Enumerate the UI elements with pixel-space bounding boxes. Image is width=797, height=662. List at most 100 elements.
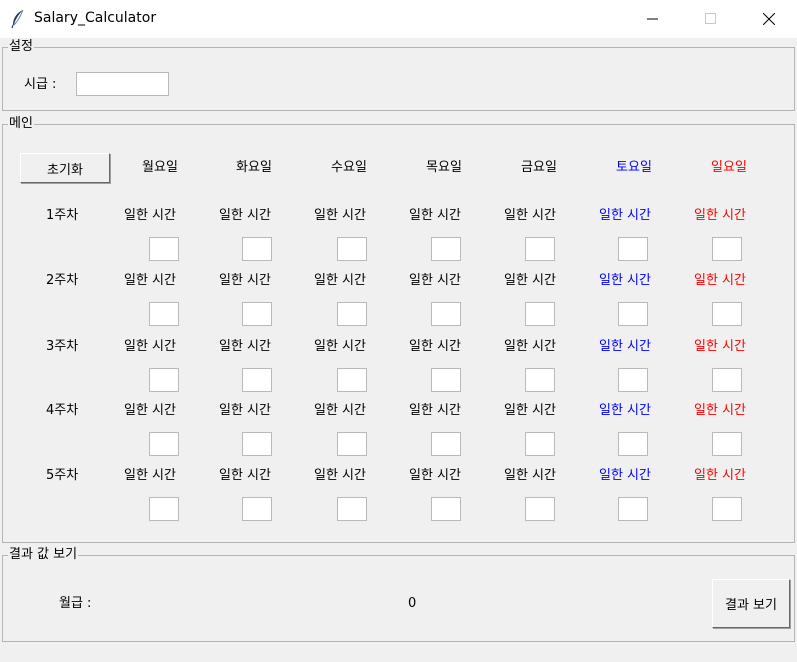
hours-label-week4-sat: 일한 시간 bbox=[599, 403, 651, 418]
hours-label-week3-tue: 일한 시간 bbox=[219, 339, 271, 354]
day-header-tue: 화요일 bbox=[236, 160, 272, 175]
wage-label: 시급 : bbox=[24, 77, 57, 92]
day-header-wed: 수요일 bbox=[331, 160, 367, 175]
week-label-5: 5주차 bbox=[46, 468, 79, 483]
reset-button[interactable]: 초기화 bbox=[20, 153, 110, 183]
hours-label-week3-thu: 일한 시간 bbox=[409, 339, 461, 354]
hours-label-week5-wed: 일한 시간 bbox=[314, 468, 366, 483]
window-title: Salary_Calculator bbox=[34, 10, 157, 26]
hours-label-week2-fri: 일한 시간 bbox=[504, 273, 556, 288]
minimize-button[interactable] bbox=[624, 0, 682, 38]
hours-input-week4-fri[interactable] bbox=[525, 432, 555, 456]
salary-label: 월급 : bbox=[59, 596, 92, 611]
hours-input-week5-fri[interactable] bbox=[525, 497, 555, 521]
day-header-thu: 목요일 bbox=[426, 160, 462, 175]
main-frame bbox=[2, 124, 795, 543]
hours-input-week5-mon[interactable] bbox=[149, 497, 179, 521]
main-legend: 메인 bbox=[8, 116, 34, 132]
feather-icon bbox=[11, 9, 24, 29]
hours-label-week1-wed: 일한 시간 bbox=[314, 208, 366, 223]
salary-value: 0 bbox=[408, 596, 417, 611]
reset-button-label: 초기화 bbox=[47, 162, 83, 178]
hours-label-week2-thu: 일한 시간 bbox=[409, 273, 461, 288]
hours-input-week1-sun[interactable] bbox=[712, 237, 742, 261]
hours-input-week2-sat[interactable] bbox=[618, 302, 648, 326]
week-label-3: 3주차 bbox=[46, 339, 79, 354]
hours-label-week5-tue: 일한 시간 bbox=[219, 468, 271, 483]
result-legend: 결과 값 보기 bbox=[8, 547, 79, 563]
title-bar: Salary_Calculator bbox=[0, 0, 797, 38]
hours-input-week5-sun[interactable] bbox=[712, 497, 742, 521]
hours-label-week5-sun: 일한 시간 bbox=[694, 468, 746, 483]
settings-legend: 설정 bbox=[8, 39, 34, 55]
hours-input-week2-sun[interactable] bbox=[712, 302, 742, 326]
hours-label-week4-sun: 일한 시간 bbox=[694, 403, 746, 418]
hours-input-week1-sat[interactable] bbox=[618, 237, 648, 261]
hours-label-week1-fri: 일한 시간 bbox=[504, 208, 556, 223]
hours-input-week1-mon[interactable] bbox=[149, 237, 179, 261]
hours-label-week3-fri: 일한 시간 bbox=[504, 339, 556, 354]
wage-input[interactable] bbox=[76, 72, 169, 96]
hours-input-week3-thu[interactable] bbox=[431, 368, 461, 392]
hours-input-week2-wed[interactable] bbox=[337, 302, 367, 326]
hours-input-week3-wed[interactable] bbox=[337, 368, 367, 392]
hours-input-week3-tue[interactable] bbox=[242, 368, 272, 392]
hours-input-week4-sun[interactable] bbox=[712, 432, 742, 456]
close-icon bbox=[763, 13, 775, 25]
hours-label-week1-tue: 일한 시간 bbox=[219, 208, 271, 223]
hours-input-week4-sat[interactable] bbox=[618, 432, 648, 456]
hours-label-week2-wed: 일한 시간 bbox=[314, 273, 366, 288]
show-result-button[interactable]: 결과 보기 bbox=[712, 579, 790, 628]
hours-input-week5-tue[interactable] bbox=[242, 497, 272, 521]
hours-input-week1-fri[interactable] bbox=[525, 237, 555, 261]
hours-label-week5-thu: 일한 시간 bbox=[409, 468, 461, 483]
hours-label-week2-sun: 일한 시간 bbox=[694, 273, 746, 288]
hours-label-week1-sun: 일한 시간 bbox=[694, 208, 746, 223]
day-header-sun: 일요일 bbox=[711, 160, 747, 175]
week-label-2: 2주차 bbox=[46, 273, 79, 288]
hours-input-week5-sat[interactable] bbox=[618, 497, 648, 521]
hours-label-week1-sat: 일한 시간 bbox=[599, 208, 651, 223]
hours-input-week2-tue[interactable] bbox=[242, 302, 272, 326]
hours-input-week3-sat[interactable] bbox=[618, 368, 648, 392]
close-button[interactable] bbox=[740, 0, 797, 38]
hours-input-week5-wed[interactable] bbox=[337, 497, 367, 521]
maximize-icon bbox=[705, 13, 716, 24]
hours-label-week5-fri: 일한 시간 bbox=[504, 468, 556, 483]
hours-label-week5-mon: 일한 시간 bbox=[124, 468, 176, 483]
day-header-sat: 토요일 bbox=[616, 160, 652, 175]
hours-input-week2-fri[interactable] bbox=[525, 302, 555, 326]
hours-input-week4-thu[interactable] bbox=[431, 432, 461, 456]
week-label-1: 1주차 bbox=[46, 208, 79, 223]
hours-input-week5-thu[interactable] bbox=[431, 497, 461, 521]
hours-label-week4-mon: 일한 시간 bbox=[124, 403, 176, 418]
hours-input-week2-thu[interactable] bbox=[431, 302, 461, 326]
hours-label-week2-mon: 일한 시간 bbox=[124, 273, 176, 288]
hours-label-week5-sat: 일한 시간 bbox=[599, 468, 651, 483]
hours-input-week4-tue[interactable] bbox=[242, 432, 272, 456]
show-result-button-label: 결과 보기 bbox=[725, 598, 777, 613]
hours-input-week4-mon[interactable] bbox=[149, 432, 179, 456]
hours-label-week3-mon: 일한 시간 bbox=[124, 339, 176, 354]
hours-label-week1-thu: 일한 시간 bbox=[409, 208, 461, 223]
hours-input-week1-wed[interactable] bbox=[337, 237, 367, 261]
result-frame bbox=[2, 555, 795, 642]
hours-input-week4-wed[interactable] bbox=[337, 432, 367, 456]
hours-label-week2-sat: 일한 시간 bbox=[599, 273, 651, 288]
day-header-mon: 월요일 bbox=[142, 160, 178, 175]
hours-input-week3-fri[interactable] bbox=[525, 368, 555, 392]
minimize-icon bbox=[647, 18, 658, 20]
day-header-fri: 금요일 bbox=[521, 160, 557, 175]
hours-label-week4-thu: 일한 시간 bbox=[409, 403, 461, 418]
hours-input-week1-thu[interactable] bbox=[431, 237, 461, 261]
hours-label-week3-sun: 일한 시간 bbox=[694, 339, 746, 354]
hours-input-week1-tue[interactable] bbox=[242, 237, 272, 261]
hours-label-week4-wed: 일한 시간 bbox=[314, 403, 366, 418]
hours-label-week4-tue: 일한 시간 bbox=[219, 403, 271, 418]
maximize-button[interactable] bbox=[682, 0, 740, 38]
hours-input-week3-sun[interactable] bbox=[712, 368, 742, 392]
hours-label-week1-mon: 일한 시간 bbox=[124, 208, 176, 223]
hours-label-week4-fri: 일한 시간 bbox=[504, 403, 556, 418]
hours-input-week3-mon[interactable] bbox=[149, 368, 179, 392]
hours-input-week2-mon[interactable] bbox=[149, 302, 179, 326]
